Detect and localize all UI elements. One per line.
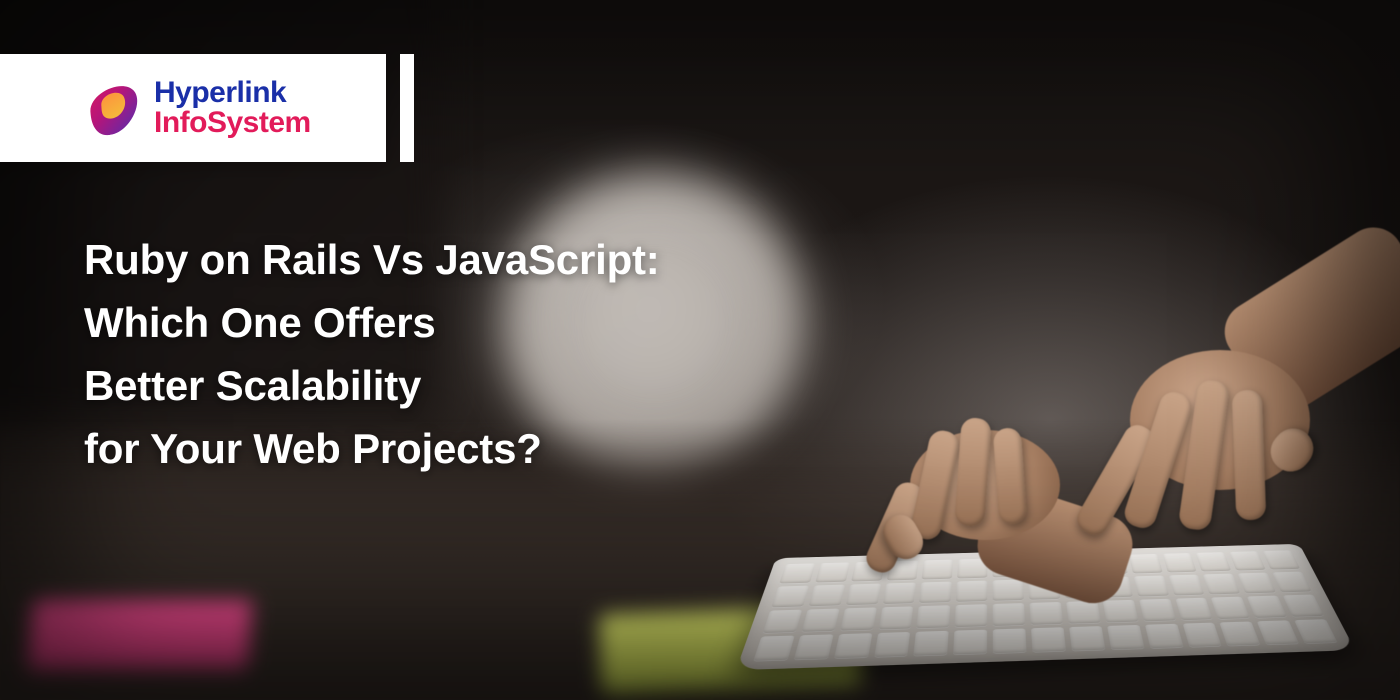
headline-line1: Ruby on Rails Vs JavaScript: bbox=[84, 228, 660, 291]
headline-line3: Better Scalability bbox=[84, 354, 660, 417]
headline-line2: Which One Offers bbox=[84, 291, 660, 354]
hand-right bbox=[840, 370, 1100, 570]
brand-logo-text: Hyperlink InfoSystem bbox=[154, 78, 311, 138]
brand-logo-accent-bar bbox=[400, 54, 414, 162]
hand-left bbox=[1070, 270, 1370, 530]
sticky-note-pink bbox=[28, 600, 253, 670]
brand-logo-icon bbox=[79, 75, 145, 141]
brand-name-line1: Hyperlink bbox=[154, 78, 311, 108]
brand-logo-card: Hyperlink InfoSystem bbox=[0, 54, 386, 162]
hero-banner: Hyperlink InfoSystem Ruby on Rails Vs Ja… bbox=[0, 0, 1400, 700]
brand-name-line2: InfoSystem bbox=[154, 108, 311, 138]
headline-line4: for Your Web Projects? bbox=[84, 417, 660, 480]
hero-headline: Ruby on Rails Vs JavaScript: Which One O… bbox=[84, 228, 660, 480]
